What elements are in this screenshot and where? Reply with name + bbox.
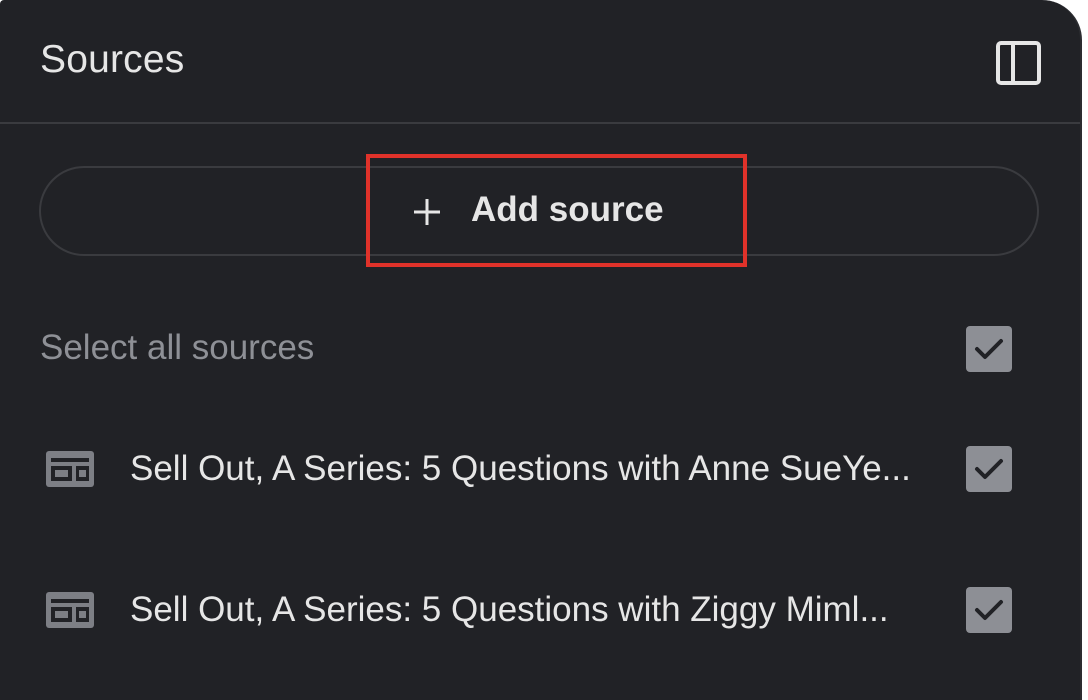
check-icon xyxy=(975,600,1003,620)
plus-icon[interactable] xyxy=(411,196,443,228)
add-source-label[interactable]: Add source xyxy=(471,190,664,230)
web-article-icon xyxy=(44,449,96,489)
web-article-icon xyxy=(44,590,96,630)
sources-panel: Sources Add source Select all sources Se… xyxy=(0,0,1082,700)
panel-left-icon[interactable] xyxy=(996,40,1042,86)
panel-title: Sources xyxy=(40,38,185,81)
source-checkbox[interactable] xyxy=(966,446,1012,492)
select-all-label: Select all sources xyxy=(40,328,315,367)
check-icon xyxy=(975,339,1003,359)
check-icon xyxy=(975,459,1003,479)
select-all-checkbox[interactable] xyxy=(966,326,1012,372)
source-checkbox[interactable] xyxy=(966,587,1012,633)
panel-header: Sources xyxy=(0,0,1080,124)
source-title[interactable]: Sell Out, A Series: 5 Questions with Zig… xyxy=(130,590,889,630)
source-title[interactable]: Sell Out, A Series: 5 Questions with Ann… xyxy=(130,449,911,489)
